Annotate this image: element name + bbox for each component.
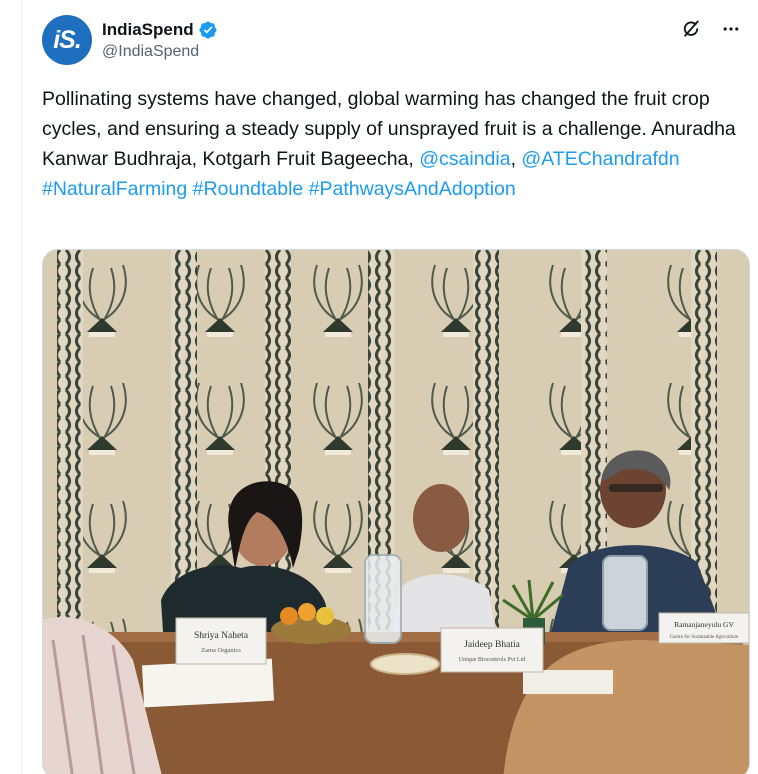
verified-badge-icon	[199, 20, 217, 39]
name-card: Jaideep Bhatia Unique Biocontrols Pvt Lt…	[440, 627, 544, 673]
mention-link[interactable]: @ATEChandrafdn	[521, 148, 679, 170]
name-card: Shriya Naheta Zama Organics	[175, 617, 267, 665]
tweet-photo[interactable]: Shriya Naheta Zama Organics Jaideep Bhat…	[42, 249, 750, 774]
tweet-header: iS. IndiaSpend @IndiaSpend	[42, 14, 742, 66]
more-icon[interactable]	[720, 18, 742, 40]
name-card-name: Shriya Naheta	[194, 631, 249, 641]
name-card: Ramanjaneyulu GV Centre for Sustainable …	[658, 612, 749, 644]
avatar[interactable]: iS.	[42, 15, 92, 65]
author-block: IndiaSpend @IndiaSpend	[102, 20, 218, 61]
tweet-body: Pollinating systems have changed, global…	[42, 84, 752, 204]
name-card-org: Centre for Sustainable Agriculture	[670, 635, 740, 640]
mention-link[interactable]: @csaindia	[419, 148, 510, 170]
timeline-divider	[21, 0, 22, 774]
grok-icon[interactable]	[680, 18, 702, 40]
separator: ,	[510, 148, 516, 170]
hashtag-link[interactable]: #NaturalFarming	[42, 178, 187, 200]
roundtable-photo: Shriya Naheta Zama Organics Jaideep Bhat…	[43, 250, 749, 774]
name-card-name: Ramanjaneyulu GV	[674, 620, 734, 629]
display-name[interactable]: IndiaSpend	[102, 20, 194, 40]
name-card-org: Unique Biocontrols Pvt Ltd	[459, 657, 526, 663]
name-card-name: Jaideep Bhatia	[464, 640, 520, 650]
hashtag-link[interactable]: #Roundtable	[193, 178, 304, 200]
name-card-org: Zama Organics	[201, 647, 241, 654]
handle[interactable]: @IndiaSpend	[102, 43, 218, 61]
header-actions	[680, 18, 742, 40]
hashtag-link[interactable]: #PathwaysAndAdoption	[309, 178, 516, 200]
